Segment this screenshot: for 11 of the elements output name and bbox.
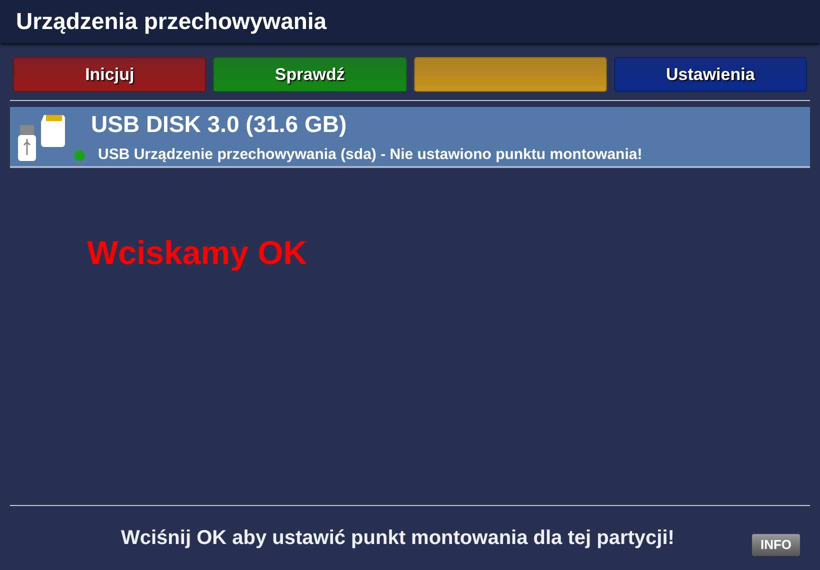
status-message: Wciśnij OK aby ustawić punkt montowania dla tej partycji!: [121, 526, 674, 551]
color-button[interactable]: Inicjuj: [13, 57, 206, 92]
color-button[interactable]: Ustawienia: [614, 57, 807, 92]
annotation-text: Wciskamy OK: [87, 233, 308, 273]
window-title: Urządzenia przechowywania: [16, 7, 327, 36]
color-button[interactable]: Sprawdź: [213, 57, 406, 92]
color-button[interactable]: [414, 57, 607, 92]
device-row[interactable]: USB DISK 3.0 (31.6 GB) USB Urządzenie przechowywania (sda) - Nie ustawiono punktu montowania!: [10, 107, 810, 168]
device-name: USB DISK 3.0 (31.6 GB): [91, 110, 348, 139]
info-button[interactable]: INFO: [752, 534, 800, 556]
device-description: USB Urządzenie przechowywania (sda) - Nie ustawiono punktu montowania!: [98, 145, 642, 165]
